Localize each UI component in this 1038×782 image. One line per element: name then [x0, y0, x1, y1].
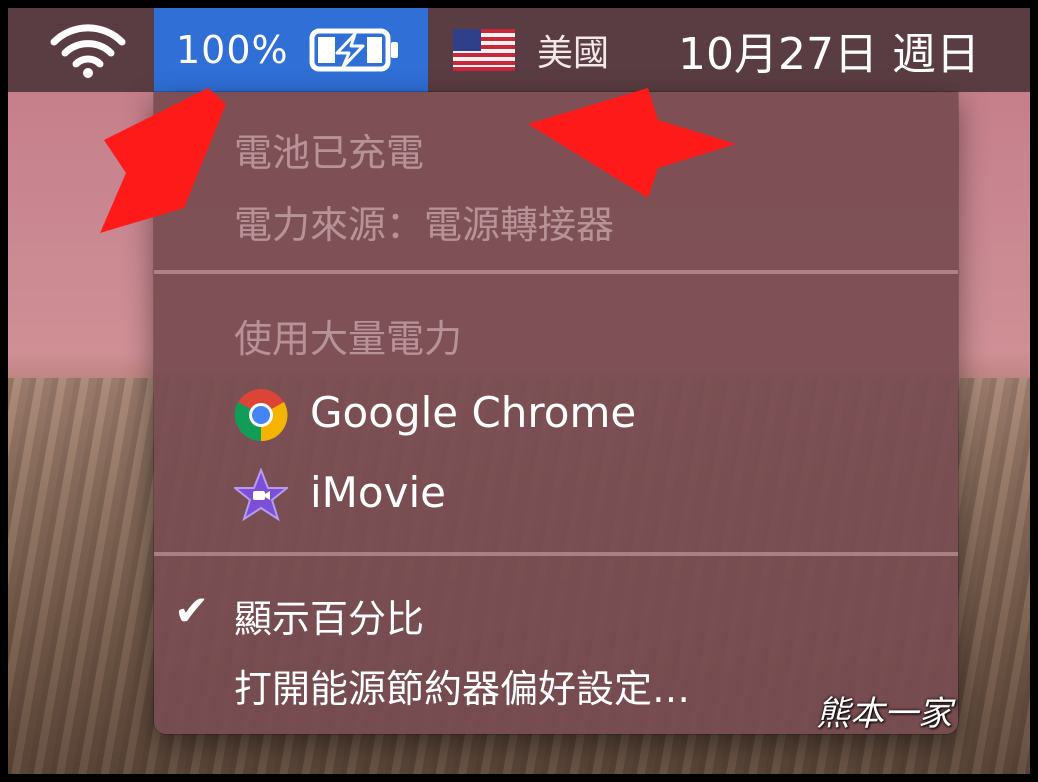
watermark: 熊本一家	[816, 694, 952, 734]
annotation-arrows	[100, 88, 736, 233]
screenshot-frame: 100% 美國 10月27日 週日 電池已充電 電力來源：電源轉接器 使用大量電…	[8, 8, 1030, 774]
annotation-arrow-right	[528, 88, 736, 198]
annotation-arrow-left	[100, 88, 226, 233]
